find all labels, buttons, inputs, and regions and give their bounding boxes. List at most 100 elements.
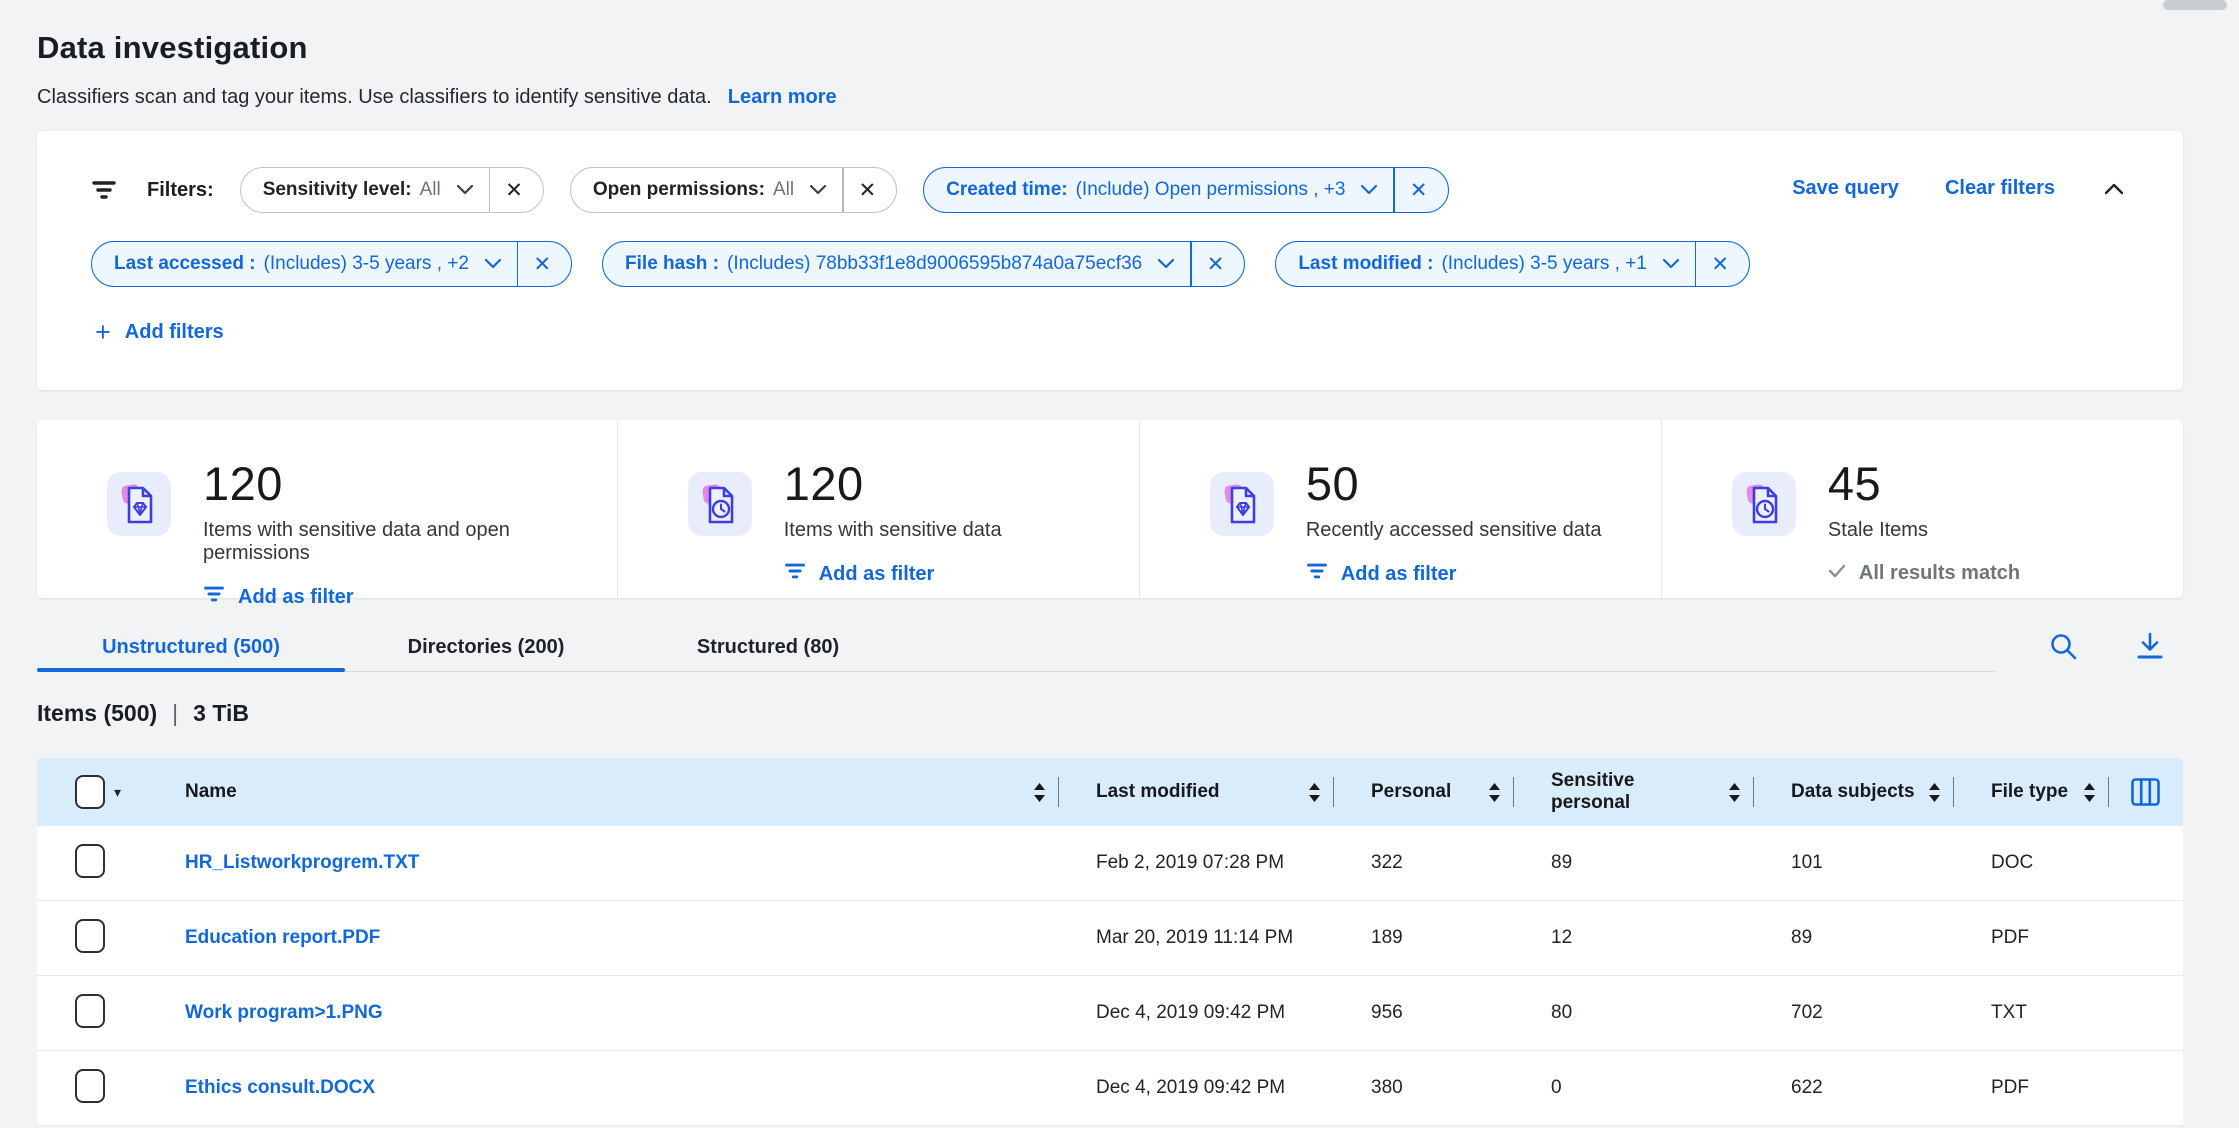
- stat-label: Items with sensitive data: [784, 519, 1002, 542]
- check-icon: [1828, 562, 1846, 585]
- item-name-link[interactable]: Education report.PDF: [185, 927, 380, 948]
- items-total-size: 3 TiB: [193, 700, 249, 727]
- page-subtitle: Classifiers scan and tag your items. Use…: [37, 86, 712, 109]
- column-header-file-type: File type: [1953, 758, 2108, 826]
- stat-sensitive-open-permissions: 120 Items with sensitive data and open p…: [37, 420, 617, 598]
- sort-icon[interactable]: [2083, 782, 2096, 803]
- cell-file-type: PDF: [1953, 1077, 2108, 1099]
- stat-sensitive-data: 120 Items with sensitive data Add as fil…: [617, 420, 1139, 598]
- cell-data-subjects: 89: [1753, 927, 1953, 949]
- cell-personal: 189: [1333, 927, 1513, 949]
- learn-more-link[interactable]: Learn more: [728, 86, 837, 109]
- sort-icon[interactable]: [1308, 782, 1321, 803]
- items-count: Items (500): [37, 700, 157, 727]
- cell-last-modified: Mar 20, 2019 11:14 PM: [1058, 927, 1333, 949]
- remove-filter-icon[interactable]: ✕: [1395, 180, 1434, 201]
- scrollbar-thumb[interactable]: [2163, 0, 2227, 10]
- clear-filters-button[interactable]: Clear filters: [1945, 177, 2055, 200]
- sort-icon[interactable]: [1928, 782, 1941, 803]
- remove-filter-icon[interactable]: ✕: [518, 254, 557, 275]
- tab-unstructured[interactable]: Unstructured (500): [37, 626, 345, 671]
- chevron-down-icon[interactable]: [810, 185, 826, 195]
- items-table: ▾ Name Last modified Personal Sensitive …: [37, 758, 2183, 1126]
- sort-icon[interactable]: [1033, 782, 1046, 803]
- chevron-down-icon[interactable]: [1663, 259, 1679, 269]
- filter-icon: [784, 562, 806, 586]
- stat-value: 45: [1828, 456, 2020, 511]
- filter-pill-last-accessed[interactable]: Last accessed : (Includes) 3-5 years , +…: [91, 241, 572, 287]
- items-divider: |: [172, 700, 178, 727]
- cell-sensitive-personal: 0: [1513, 1077, 1753, 1099]
- table-row[interactable]: Education report.PDF Mar 20, 2019 11:14 …: [37, 901, 2183, 976]
- download-icon[interactable]: [2135, 632, 2165, 660]
- chevron-down-icon[interactable]: [485, 259, 501, 269]
- collapse-filters-icon[interactable]: [2101, 179, 2127, 199]
- filters-label: Filters:: [147, 179, 214, 202]
- document-clock-icon: [688, 472, 752, 536]
- chevron-down-icon[interactable]: [457, 185, 473, 195]
- select-all-checkbox[interactable]: [75, 775, 105, 809]
- column-header-sensitive-personal: Sensitive personal: [1513, 758, 1753, 826]
- remove-filter-icon[interactable]: ✕: [1192, 254, 1231, 275]
- filter-icon: [91, 180, 117, 200]
- tab-directories[interactable]: Directories (200): [345, 626, 627, 671]
- search-icon[interactable]: [2049, 632, 2077, 660]
- row-checkbox[interactable]: [75, 994, 105, 1028]
- table-header-row: ▾ Name Last modified Personal Sensitive …: [37, 758, 2183, 826]
- stat-recently-accessed: 50 Recently accessed sensitive data Add …: [1139, 420, 1661, 598]
- stat-value: 120: [784, 456, 1002, 511]
- save-query-button[interactable]: Save query: [1792, 177, 1899, 200]
- cell-sensitive-personal: 89: [1513, 852, 1753, 874]
- stat-label: Stale Items: [1828, 519, 2020, 542]
- filter-pill-file-hash[interactable]: File hash : (Includes) 78bb33f1e8d900659…: [602, 241, 1245, 287]
- cell-file-type: TXT: [1953, 1002, 2108, 1024]
- column-settings-icon[interactable]: [2108, 778, 2183, 806]
- filter-pill-created-time[interactable]: Created time: (Include) Open permissions…: [923, 167, 1448, 213]
- table-row[interactable]: HR_Listworkprogrem.TXT Feb 2, 2019 07:28…: [37, 826, 2183, 901]
- stats-panel: 120 Items with sensitive data and open p…: [37, 420, 2183, 598]
- item-name-link[interactable]: Ethics consult.DOCX: [185, 1077, 375, 1098]
- chevron-down-icon[interactable]: [1361, 185, 1377, 195]
- page-title: Data investigation: [37, 30, 308, 66]
- tabs-bar: Unstructured (500) Directories (200) Str…: [37, 626, 2183, 676]
- plus-icon: +: [95, 319, 111, 346]
- table-row[interactable]: Ethics consult.DOCX Dec 4, 2019 09:42 PM…: [37, 1051, 2183, 1126]
- row-checkbox[interactable]: [75, 919, 105, 953]
- cell-data-subjects: 101: [1753, 852, 1953, 874]
- row-checkbox[interactable]: [75, 844, 105, 878]
- table-row[interactable]: Work program>1.PNG Dec 4, 2019 09:42 PM …: [37, 976, 2183, 1051]
- item-name-link[interactable]: Work program>1.PNG: [185, 1002, 383, 1023]
- sort-icon[interactable]: [1728, 782, 1741, 803]
- filter-pill-last-modified[interactable]: Last modified : (Includes) 3-5 years , +…: [1275, 241, 1750, 287]
- cell-personal: 380: [1333, 1077, 1513, 1099]
- select-menu-caret-icon[interactable]: ▾: [114, 784, 121, 801]
- add-filters-button[interactable]: + Add filters: [95, 319, 224, 346]
- sort-icon[interactable]: [1488, 782, 1501, 803]
- column-header-last-modified: Last modified: [1058, 758, 1333, 826]
- cell-last-modified: Feb 2, 2019 07:28 PM: [1058, 852, 1333, 874]
- cell-last-modified: Dec 4, 2019 09:42 PM: [1058, 1077, 1333, 1099]
- remove-filter-icon[interactable]: ✕: [1696, 254, 1735, 275]
- add-as-filter-button[interactable]: Add as filter: [1306, 562, 1602, 586]
- row-checkbox[interactable]: [75, 1069, 105, 1103]
- column-header-name: Name: [147, 758, 1058, 826]
- cell-sensitive-personal: 12: [1513, 927, 1753, 949]
- remove-filter-icon[interactable]: ✕: [844, 180, 883, 201]
- filter-pill-sensitivity-level[interactable]: Sensitivity level: All ✕: [240, 167, 544, 213]
- cell-data-subjects: 702: [1753, 1002, 1953, 1024]
- filter-pill-open-permissions[interactable]: Open permissions: All ✕: [570, 167, 897, 213]
- item-name-link[interactable]: HR_Listworkprogrem.TXT: [185, 852, 419, 873]
- stat-label: Recently accessed sensitive data: [1306, 519, 1602, 542]
- document-gem-icon: [1210, 472, 1274, 536]
- stat-value: 120: [203, 456, 617, 511]
- column-header-data-subjects: Data subjects: [1753, 758, 1953, 826]
- add-as-filter-button[interactable]: Add as filter: [784, 562, 1002, 586]
- document-gem-icon: [107, 472, 171, 536]
- tab-structured[interactable]: Structured (80): [627, 626, 909, 671]
- add-as-filter-button[interactable]: Add as filter: [203, 585, 617, 609]
- remove-filter-icon[interactable]: ✕: [490, 180, 529, 201]
- column-header-personal: Personal: [1333, 758, 1513, 826]
- cell-personal: 322: [1333, 852, 1513, 874]
- chevron-down-icon[interactable]: [1158, 259, 1174, 269]
- all-results-match-status: All results match: [1828, 562, 2020, 585]
